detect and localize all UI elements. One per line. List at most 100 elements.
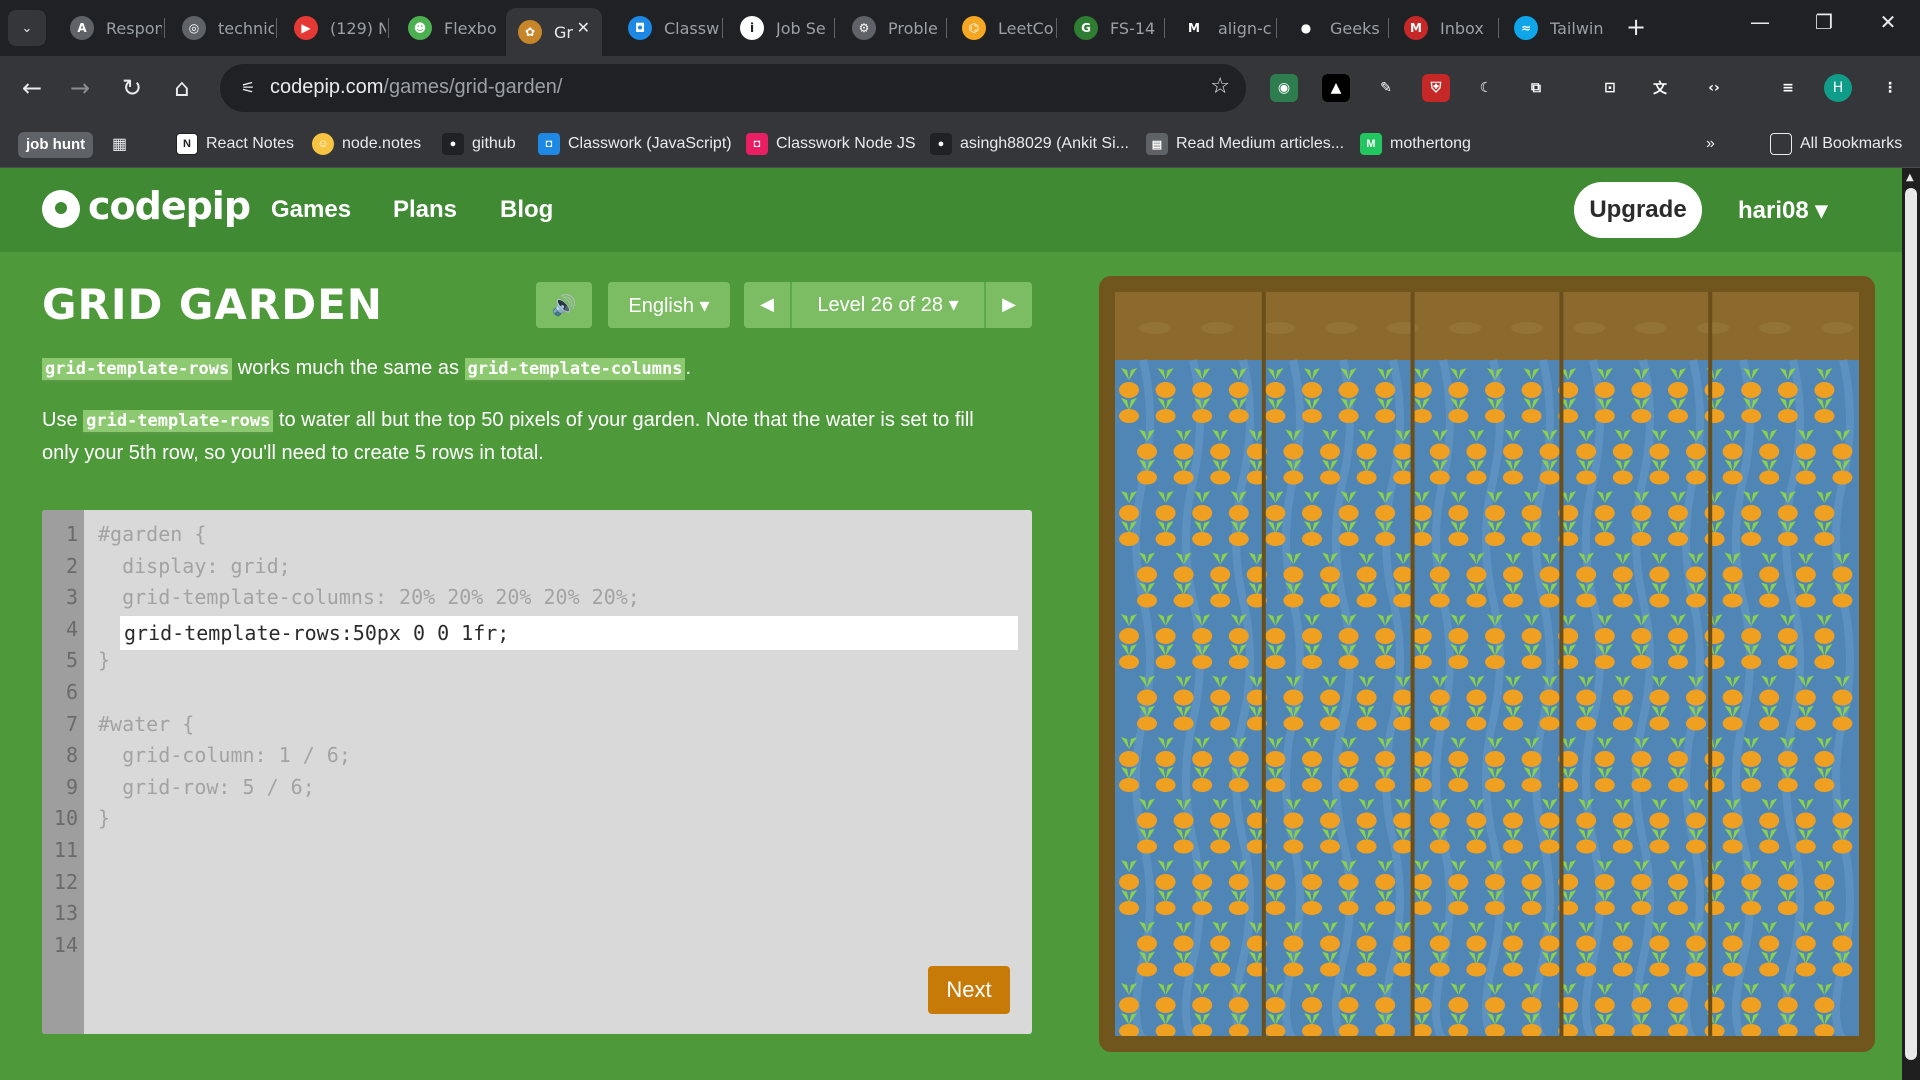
- bookmark-item[interactable]: ☺ node.notes: [312, 130, 421, 158]
- nav-plans[interactable]: Plans: [393, 196, 457, 224]
- site-info-icon[interactable]: ⚟: [236, 76, 260, 100]
- browser-tab[interactable]: A Respon: [58, 8, 162, 48]
- nav-blog[interactable]: Blog: [500, 196, 553, 224]
- scrollbar-thumb[interactable]: [1905, 188, 1917, 1060]
- carrot: [1137, 716, 1157, 731]
- devtools-code-icon[interactable]: ‹›: [1700, 74, 1728, 102]
- prev-level-icon[interactable]: ◀: [744, 282, 790, 328]
- tab-search-button[interactable]: ⌄: [8, 10, 46, 46]
- next-button[interactable]: Next: [928, 966, 1010, 1014]
- sound-toggle-icon[interactable]: 🔊: [536, 282, 592, 328]
- browser-tab[interactable]: ⚙ Proble: [840, 8, 944, 48]
- close-window-icon[interactable]: ✕: [1868, 10, 1908, 34]
- reload-icon[interactable]: ↻: [114, 70, 150, 106]
- level-dropdown[interactable]: Level 26 of 28 ▾: [792, 282, 984, 328]
- code-line: #garden {: [98, 522, 207, 546]
- bookmark-label: Classwork (JavaScript): [568, 135, 732, 152]
- browser-tab[interactable]: ▶ (129) N: [282, 8, 386, 48]
- browser-tab[interactable]: ≈ Tailwin: [1502, 8, 1612, 48]
- bookmark-folder-job-hunt[interactable]: job hunt: [18, 132, 94, 158]
- carrot: [1795, 962, 1816, 977]
- carrot: [1338, 874, 1359, 890]
- carrot: [1302, 505, 1322, 521]
- back-icon[interactable]: ←: [14, 70, 50, 106]
- tab-separator: [946, 18, 947, 38]
- extension-shield-icon[interactable]: ⛨: [1422, 74, 1450, 102]
- carrot: [1485, 628, 1505, 644]
- carrot: [1173, 716, 1194, 731]
- carrot: [1539, 470, 1560, 485]
- browser-tab[interactable]: M Inbox: [1392, 8, 1496, 48]
- extension-picker-icon[interactable]: ✎: [1372, 74, 1400, 102]
- restore-icon[interactable]: ❐: [1804, 10, 1844, 34]
- bookmark-item[interactable]: ▤ Read Medium articles...: [1146, 130, 1344, 158]
- screenshot-icon[interactable]: ⊡: [1596, 74, 1624, 102]
- tab-separator: [1056, 18, 1057, 38]
- carrot: [1320, 689, 1340, 706]
- upgrade-button[interactable]: Upgrade: [1574, 182, 1702, 238]
- carrot: [1393, 566, 1414, 583]
- carrot: [1704, 997, 1725, 1013]
- bookmark-item[interactable]: Mmothertong: [1360, 130, 1471, 158]
- site-logo[interactable]: codepip: [88, 184, 251, 228]
- carrot: [1119, 997, 1139, 1013]
- browser-tab[interactable]: G FS-14: [1062, 8, 1162, 48]
- bookmark-star-icon[interactable]: ☆: [1210, 74, 1230, 99]
- carrot: [1814, 628, 1835, 644]
- browser-tab[interactable]: ☻ Flexbo: [396, 8, 496, 48]
- bookmark-item[interactable]: ● github: [442, 130, 516, 158]
- language-select[interactable]: English ▾: [608, 282, 730, 328]
- css-answer-input[interactable]: [120, 616, 1018, 650]
- browser-tab[interactable]: i Job Se: [728, 8, 832, 48]
- browser-menu-icon[interactable]: ⋮: [1876, 74, 1904, 102]
- carrot: [1503, 839, 1523, 854]
- carrot: [1668, 778, 1688, 792]
- classroom-icon: ◘: [746, 133, 768, 155]
- extension-triangle-icon[interactable]: ▲: [1322, 74, 1350, 102]
- codepip-logo-icon[interactable]: [42, 190, 80, 228]
- minimize-icon[interactable]: —: [1740, 10, 1780, 34]
- bookmark-item[interactable]: ● asingh88029 (Ankit Si...: [930, 130, 1129, 158]
- user-menu[interactable]: hari08 ▾: [1738, 196, 1827, 225]
- home-icon[interactable]: ⌂: [164, 70, 200, 106]
- nav-games[interactable]: Games: [271, 196, 351, 224]
- more-bookmarks-icon[interactable]: »: [1706, 130, 1715, 158]
- carrot: [1429, 566, 1450, 583]
- extension-moon-icon[interactable]: ☾: [1472, 74, 1500, 102]
- browser-tab[interactable]: ◎ technic: [170, 8, 274, 48]
- carrot: [1210, 593, 1231, 608]
- carrot: [1521, 901, 1542, 915]
- carrot: [1137, 593, 1157, 608]
- instruction-text: works much the same as: [232, 357, 465, 379]
- url-text[interactable]: codepip.com/games/grid-garden/: [270, 76, 562, 99]
- extension-grammar-icon[interactable]: ◉: [1270, 74, 1298, 102]
- apps-grid-icon[interactable]: ▦: [112, 130, 127, 158]
- carrot: [1814, 778, 1835, 792]
- profile-avatar[interactable]: H: [1824, 74, 1852, 102]
- carrot: [1759, 566, 1780, 583]
- address-bar[interactable]: ⚟ codepip.com/games/grid-garden/ ☆: [220, 64, 1246, 112]
- carrot: [1429, 689, 1450, 706]
- browser-tab[interactable]: ⌬ LeetCo: [950, 8, 1054, 48]
- carrot: [1119, 655, 1139, 669]
- extensions-puzzle-icon[interactable]: ⧉: [1522, 74, 1550, 102]
- close-tab-icon[interactable]: ✕: [577, 18, 590, 37]
- translate-icon[interactable]: 文: [1646, 74, 1674, 102]
- media-control-icon[interactable]: ≡: [1774, 74, 1802, 102]
- browser-tab[interactable]: ◘ Classw: [616, 8, 720, 48]
- classroom-icon: ◘: [628, 16, 652, 40]
- all-bookmarks[interactable]: All Bookmarks: [1770, 130, 1902, 158]
- forward-icon[interactable]: →: [62, 70, 98, 106]
- next-level-icon[interactable]: ▶: [986, 282, 1032, 328]
- bookmark-item[interactable]: ◘ Classwork Node JS: [746, 130, 916, 158]
- bookmark-item[interactable]: N React Notes: [176, 130, 294, 158]
- carrot: [1668, 901, 1688, 915]
- carrot: [1155, 409, 1176, 423]
- scroll-up-icon[interactable]: ▲: [1906, 172, 1914, 183]
- bookmark-item[interactable]: ◘ Classwork (JavaScript): [538, 130, 732, 158]
- page-scrollbar[interactable]: ▲: [1902, 168, 1920, 1080]
- browser-tab[interactable]: Malign-c: [1170, 8, 1274, 48]
- new-tab-button[interactable]: +: [1620, 12, 1652, 44]
- browser-tab[interactable]: ✿ Gr ✕: [506, 8, 602, 56]
- browser-tab[interactable]: ● Geeks: [1282, 8, 1386, 48]
